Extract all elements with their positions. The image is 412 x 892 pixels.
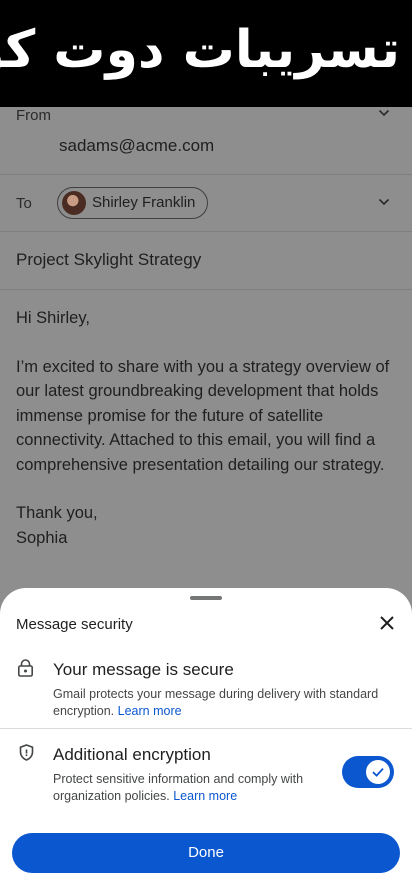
lock-icon: [17, 659, 33, 677]
chevron-down-icon[interactable]: [378, 196, 390, 208]
subject-field[interactable]: Project Skylight Strategy: [16, 250, 201, 270]
encryption-toggle[interactable]: [342, 756, 394, 788]
secure-description-text: Gmail protects your message during deliv…: [53, 687, 379, 718]
learn-more-link[interactable]: Learn more: [173, 789, 237, 803]
encryption-title: Additional encryption: [53, 745, 211, 764]
recipient-chip[interactable]: Shirley Franklin: [57, 187, 209, 219]
body-greeting: Hi Shirley,: [16, 309, 90, 327]
body-paragraph: I’m excited to share with you a strategy…: [16, 357, 390, 474]
message-body[interactable]: Hi Shirley, I’m excited to share with yo…: [16, 306, 396, 550]
shield-icon: [19, 744, 34, 761]
divider: [0, 728, 412, 729]
drag-handle[interactable]: [190, 596, 222, 600]
watermark-banner: تسريبات دوت كوم | تسريبات دوت كوم: [0, 0, 412, 107]
banner-text: تسريبات دوت كوم | تسريبات دوت كوم: [0, 20, 400, 80]
secure-description: Gmail protects your message during deliv…: [53, 686, 393, 720]
encryption-description: Protect sensitive information and comply…: [53, 771, 323, 805]
to-label: To: [16, 195, 32, 212]
chevron-down-icon[interactable]: [378, 107, 390, 119]
learn-more-link[interactable]: Learn more: [118, 704, 182, 718]
close-icon[interactable]: [378, 614, 396, 632]
recipient-name: Shirley Franklin: [92, 194, 196, 211]
avatar: [62, 191, 86, 215]
message-security-sheet: Message security Your message is secure …: [0, 588, 412, 892]
check-icon: [372, 767, 384, 777]
sheet-title: Message security: [16, 616, 133, 633]
body-signature: Sophia: [16, 528, 68, 547]
toggle-knob: [366, 760, 390, 784]
body-signoff: Thank you,: [16, 504, 98, 522]
from-label: From: [16, 107, 51, 124]
secure-title: Your message is secure: [53, 660, 234, 679]
from-address[interactable]: sadams@acme.com: [59, 136, 214, 156]
done-button[interactable]: Done: [12, 833, 400, 873]
